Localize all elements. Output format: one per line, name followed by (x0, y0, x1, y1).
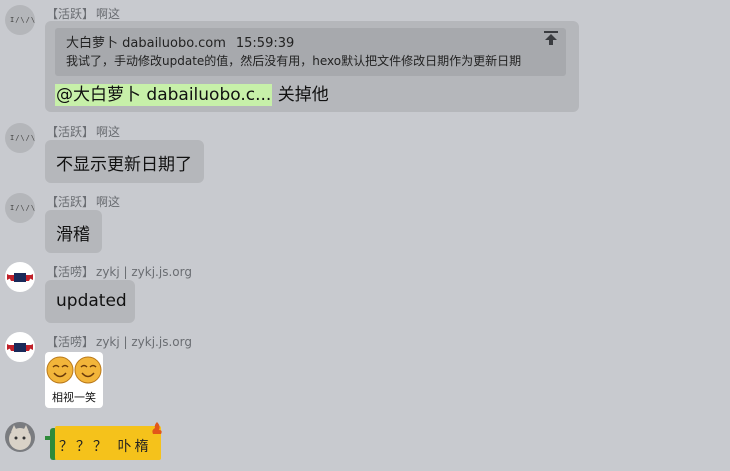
avatar[interactable]: I/\/\ (5, 5, 35, 35)
badge-text: ？？？ 卟楕 (59, 439, 152, 455)
message-meta: 【活跃】 啊这 (46, 5, 120, 22)
quote-header: 大白萝卜 dabailuobo.com 15:59:39 (66, 32, 294, 51)
message-text: 不显示更新日期了 (56, 155, 192, 175)
mention-link[interactable]: @大白萝卜 dabailuobo.c... (55, 84, 273, 106)
cat-avatar-icon (9, 425, 31, 450)
avatar[interactable] (5, 332, 35, 362)
quote-author: 大白萝卜 dabailuobo.com (66, 36, 226, 51)
flame-icon (152, 422, 162, 434)
message-meta: 【活唠】 zykj | zykj.js.org (46, 333, 192, 350)
message-text: 滑稽 (56, 225, 90, 245)
sticker-image[interactable]: 相视一笑 (45, 352, 103, 408)
member-tag: 【活跃】 (46, 7, 95, 21)
sticker-caption: 相视一笑 (52, 391, 96, 404)
member-nick[interactable]: zykj | zykj.js.org (96, 335, 192, 349)
member-badge[interactable]: ？？？ 卟楕 (45, 422, 163, 462)
smiling-faces-icon (46, 356, 102, 384)
avatar[interactable]: I/\/\ (5, 123, 35, 153)
message-bubble[interactable]: 大白萝卜 dabailuobo.com 15:59:39 我试了，手动修改upda… (45, 21, 579, 112)
message-line: @大白萝卜 dabailuobo.c... 关掉他 (55, 80, 329, 106)
avatar[interactable]: I/\/\ (5, 193, 35, 223)
arrow-up-bar-icon[interactable] (544, 30, 558, 46)
message-bubble[interactable]: 滑稽 (45, 210, 102, 253)
message-meta: 【活跃】 啊这 (46, 123, 120, 140)
member-nick[interactable]: zykj | zykj.js.org (96, 265, 192, 279)
member-tag: 【活跃】 (46, 125, 95, 139)
message-bubble[interactable]: 不显示更新日期了 (45, 140, 204, 183)
member-nick[interactable]: 啊这 (96, 7, 120, 21)
message-text: 关掉他 (277, 85, 329, 105)
team-logo-icon (7, 273, 33, 282)
quote-text: 我试了，手动修改update的值，然后没有用，hexo默认把文件修改日期作为更新… (66, 54, 522, 68)
avatar[interactable] (5, 262, 35, 292)
member-tag: 【活唠】 (46, 335, 95, 349)
message-text: updated (56, 291, 127, 311)
avatar[interactable] (5, 422, 35, 452)
member-nick[interactable]: 啊这 (96, 195, 120, 209)
quote-time: 15:59:39 (235, 36, 295, 51)
message-bubble[interactable]: updated (45, 280, 135, 323)
member-tag: 【活唠】 (46, 265, 95, 279)
message-meta: 【活跃】 啊这 (46, 193, 120, 210)
team-logo-icon (7, 343, 33, 352)
quoted-message[interactable]: 大白萝卜 dabailuobo.com 15:59:39 我试了，手动修改upda… (55, 28, 566, 76)
member-nick[interactable]: 啊这 (96, 125, 120, 139)
member-tag: 【活跃】 (46, 195, 95, 209)
message-meta: 【活唠】 zykj | zykj.js.org (46, 263, 192, 280)
